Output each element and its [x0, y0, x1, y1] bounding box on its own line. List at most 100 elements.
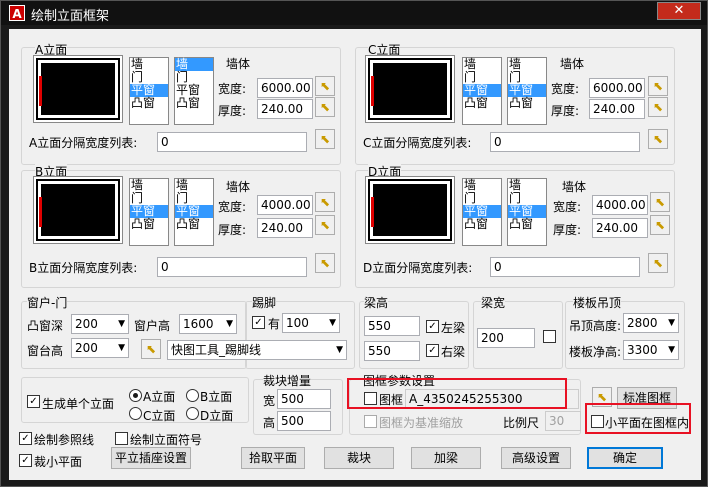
pick-plan-button[interactable]: 拾取平面 — [241, 447, 305, 469]
cut-small-plan-checkbox[interactable]: ✓ — [19, 454, 32, 467]
kick-height-value: 100 — [286, 316, 309, 330]
list-item[interactable]: 凸窗 — [508, 218, 546, 231]
cursor-pick-icon[interactable]: ⬉ — [648, 76, 668, 96]
check-icon: ✓ — [254, 317, 263, 328]
window-title: 绘制立面框架 — [31, 9, 110, 24]
generate-single-checkbox[interactable]: ✓ — [27, 395, 40, 408]
window-height-label: 窗户高 — [134, 319, 171, 333]
elevation-b-list-left[interactable]: 墙门平窗 凸窗 — [129, 178, 169, 246]
beam-width-checkbox[interactable] — [543, 330, 556, 343]
elevation-c-list-right[interactable]: 墙门平窗 凸窗 — [507, 57, 547, 125]
list-item[interactable]: 凸窗 — [130, 97, 168, 110]
elevation-b-width-input[interactable]: 4000.00 — [257, 195, 313, 215]
cursor-pick-icon[interactable]: ⬉ — [141, 339, 161, 359]
radio-elevation-d[interactable] — [186, 407, 199, 420]
block-width-label: 宽 — [263, 394, 276, 408]
wall-label: 墙体 — [226, 180, 251, 194]
add-beam-button[interactable]: 加梁 — [411, 447, 481, 469]
window-height-select[interactable]: 1600 ▼ — [179, 314, 237, 334]
frame-scale-base-checkbox[interactable] — [364, 415, 377, 428]
elevation-c-thickness-input[interactable]: 240.00 — [589, 99, 645, 119]
right-beam-checkbox[interactable]: ✓ — [426, 344, 439, 357]
elevation-a-preview — [33, 55, 123, 123]
elevation-b-split-label: B立面分隔宽度列表: — [29, 261, 138, 275]
left-beam-checkbox[interactable]: ✓ — [426, 320, 439, 333]
block-height-input[interactable]: 500 — [277, 411, 331, 431]
radio-elevation-b[interactable] — [186, 389, 199, 402]
window-height-value: 1600 — [183, 317, 214, 331]
chevron-down-icon: ▼ — [329, 318, 336, 328]
bay-depth-label: 凸窗深 — [27, 319, 64, 333]
elevation-b-thickness-input[interactable]: 240.00 — [257, 218, 313, 238]
elevation-a-split-input[interactable]: 0 — [157, 132, 307, 152]
check-icon: ✓ — [21, 433, 30, 444]
elevation-d-list-right[interactable]: 墙门平窗 凸窗 — [507, 178, 547, 246]
thickness-label: 厚度: — [551, 104, 580, 118]
cursor-pick-icon[interactable]: ⬉ — [315, 76, 335, 96]
cursor-pick-icon[interactable]: ⬉ — [315, 97, 335, 117]
block-width-input[interactable]: 500 — [277, 389, 331, 409]
ok-button[interactable]: 确定 — [587, 447, 663, 469]
cursor-pick-icon[interactable]: ⬉ — [648, 129, 668, 149]
list-item[interactable]: 凸窗 — [130, 218, 168, 231]
elevation-a-list-left[interactable]: 墙门平窗 凸窗 — [129, 57, 169, 125]
elevation-a-thickness-input[interactable]: 240.00 — [257, 99, 313, 119]
elevation-d-split-input[interactable]: 0 — [490, 257, 640, 277]
radio-elevation-c[interactable] — [129, 407, 142, 420]
elevation-b-list-right[interactable]: 墙门平窗 凸窗 — [174, 178, 214, 246]
beam-width-title: 梁宽 — [481, 294, 506, 311]
elevation-c-preview — [365, 55, 455, 123]
radio-elevation-a[interactable] — [129, 389, 142, 402]
bay-depth-select[interactable]: 200 ▼ — [71, 314, 129, 334]
kick-title: 踢脚 — [252, 294, 277, 311]
advanced-settings-button[interactable]: 高级设置 — [501, 447, 571, 469]
elevation-c-split-input[interactable]: 0 — [490, 132, 640, 152]
elevation-b-split-input[interactable]: 0 — [157, 257, 307, 277]
ceiling-height-select[interactable]: 2800 ▼ — [623, 313, 679, 333]
close-button[interactable]: ✕ — [657, 2, 701, 20]
draw-symbol-checkbox[interactable] — [115, 432, 128, 445]
elevation-a-list-right[interactable]: 墙门平窗 凸窗 — [174, 57, 214, 125]
kick-checkbox[interactable]: ✓ — [252, 316, 265, 329]
highlight-frame-box — [347, 378, 567, 409]
scale-select[interactable]: 30 — [545, 411, 581, 431]
kick-tool-value: 快图工具_踢脚线 — [171, 343, 262, 357]
check-icon: ✓ — [21, 455, 30, 466]
right-beam-label: 右梁 — [441, 345, 466, 359]
list-item[interactable]: 凸窗 — [463, 97, 501, 110]
floor-height-select[interactable]: 3300 ▼ — [623, 340, 679, 360]
thickness-label: 厚度: — [218, 104, 247, 118]
kick-height-select[interactable]: 100 ▼ — [282, 313, 340, 333]
cursor-pick-icon[interactable]: ⬉ — [315, 129, 335, 149]
beam-width-input[interactable]: 200 — [477, 328, 535, 348]
wall-label: 墙体 — [560, 57, 585, 71]
elevation-d-thickness-input[interactable]: 240.00 — [592, 218, 648, 238]
elevation-a-width-input[interactable]: 6000.00 — [257, 78, 313, 98]
list-item[interactable]: 凸窗 — [508, 97, 546, 110]
cursor-pick-icon[interactable]: ⬉ — [315, 253, 335, 273]
cursor-pick-icon[interactable]: ⬉ — [650, 192, 670, 212]
elevation-d-width-input[interactable]: 4000.00 — [592, 195, 648, 215]
elevation-d-list-left[interactable]: 墙门平窗 凸窗 — [462, 178, 502, 246]
block-increment-title: 裁块增量 — [263, 372, 312, 389]
sill-height-select[interactable]: 200 ▼ — [71, 338, 129, 358]
list-item[interactable]: 凸窗 — [463, 218, 501, 231]
left-beam-input[interactable]: 550 — [364, 316, 420, 336]
cursor-pick-icon[interactable]: ⬉ — [315, 215, 335, 235]
list-item[interactable]: 凸窗 — [175, 97, 213, 110]
right-beam-input[interactable]: 550 — [364, 341, 420, 361]
kick-tool-select[interactable]: 快图工具_踢脚线 ▼ — [167, 340, 347, 360]
cursor-pick-icon[interactable]: ⬉ — [648, 253, 668, 273]
elevation-c-list-left[interactable]: 墙门平窗 凸窗 — [462, 57, 502, 125]
socket-settings-button[interactable]: 平立插座设置 — [111, 447, 191, 469]
cursor-pick-icon[interactable]: ⬉ — [315, 192, 335, 212]
draw-reference-checkbox[interactable]: ✓ — [19, 432, 32, 445]
cut-block-button[interactable]: 裁块 — [324, 447, 394, 469]
list-item[interactable]: 凸窗 — [175, 218, 213, 231]
cursor-pick-icon[interactable]: ⬉ — [650, 215, 670, 235]
radio-elevation-c-label: C立面 — [143, 409, 176, 423]
elevation-c-width-input[interactable]: 6000.00 — [589, 78, 645, 98]
dialog-window: A 绘制立面框架 ✕ A立面 墙门平窗 凸窗 墙门平窗 凸窗 墙体 宽度: 6000… — [0, 0, 708, 487]
cursor-pick-icon[interactable]: ⬉ — [648, 97, 668, 117]
check-icon: ✓ — [29, 396, 38, 407]
